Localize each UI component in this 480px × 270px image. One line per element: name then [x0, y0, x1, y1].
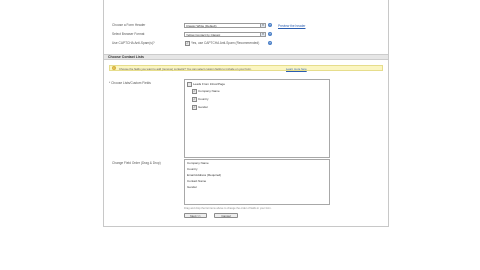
- order-item[interactable]: Gender: [187, 185, 197, 189]
- browser-format-select[interactable]: Yellow Contact by Classic ▾: [184, 32, 266, 37]
- browser-format-value: Yellow Contact by Classic: [186, 33, 221, 37]
- order-item[interactable]: Company Name: [187, 161, 209, 165]
- list-parent-label: Leads From Inbox/Page: [193, 82, 226, 86]
- chevron-down-icon: ▾: [260, 24, 265, 27]
- list-checkbox-parent[interactable]: [187, 82, 192, 87]
- learn-more-link[interactable]: Learn more here: [286, 67, 307, 71]
- order-item[interactable]: Country: [187, 167, 198, 171]
- theme-select-value: Classic White (Default): [186, 24, 217, 28]
- theme-label: Choose a Form Header: [112, 23, 146, 27]
- help-icon[interactable]: ?: [268, 32, 272, 36]
- field-label-country: Country: [198, 97, 209, 101]
- order-hint: Drag and drop the list items above to ch…: [184, 207, 272, 210]
- field-label-gender: Gender: [198, 105, 209, 109]
- field-label-company: Company Name: [198, 89, 220, 93]
- preview-header-link[interactable]: Preview the header: [278, 24, 305, 28]
- order-item[interactable]: Contact Name: [187, 179, 206, 183]
- theme-select[interactable]: Classic White (Default) ▾: [184, 23, 266, 28]
- info-icon: i: [112, 66, 116, 70]
- fields-listbox[interactable]: Leads From Inbox/Page ✓ Company Name ✓ C…: [184, 79, 330, 158]
- captcha-checkbox-label: Yes, use CAPTCHA Anti-Spam (Recommended): [191, 41, 260, 45]
- field-order-label: Change Field Order (Drag & Drop): [112, 161, 161, 165]
- field-checkbox-company[interactable]: ✓: [192, 89, 197, 94]
- browser-format-label: Select Browser Format: [112, 32, 145, 36]
- chevron-down-icon: ▾: [260, 33, 265, 36]
- help-icon[interactable]: ?: [268, 41, 272, 45]
- section-header: Choose Contact Lists: [104, 54, 388, 60]
- field-checkbox-country[interactable]: ✓: [192, 97, 197, 102]
- help-icon[interactable]: ?: [268, 23, 272, 27]
- fields-select-label: * Choose Lists/Custom Fields: [109, 81, 151, 85]
- notice-text: Choose the fields you want to add (remov…: [119, 67, 252, 71]
- order-item[interactable]: Email Address (Required): [187, 173, 221, 177]
- field-order-listbox[interactable]: Company Name Country Email Address (Requ…: [184, 159, 330, 205]
- cancel-button[interactable]: Cancel: [214, 213, 238, 218]
- captcha-label: Use CAPTCHA Anti-Spam(s)?: [112, 41, 155, 45]
- captcha-checkbox[interactable]: ✓: [185, 41, 190, 46]
- form-panel: Choose a Form Header Classic White (Defa…: [103, 0, 389, 227]
- info-notice: i Choose the fields you want to add (rem…: [109, 65, 383, 71]
- field-checkbox-gender[interactable]: ✓: [192, 105, 197, 110]
- next-button[interactable]: Next >>: [184, 213, 207, 218]
